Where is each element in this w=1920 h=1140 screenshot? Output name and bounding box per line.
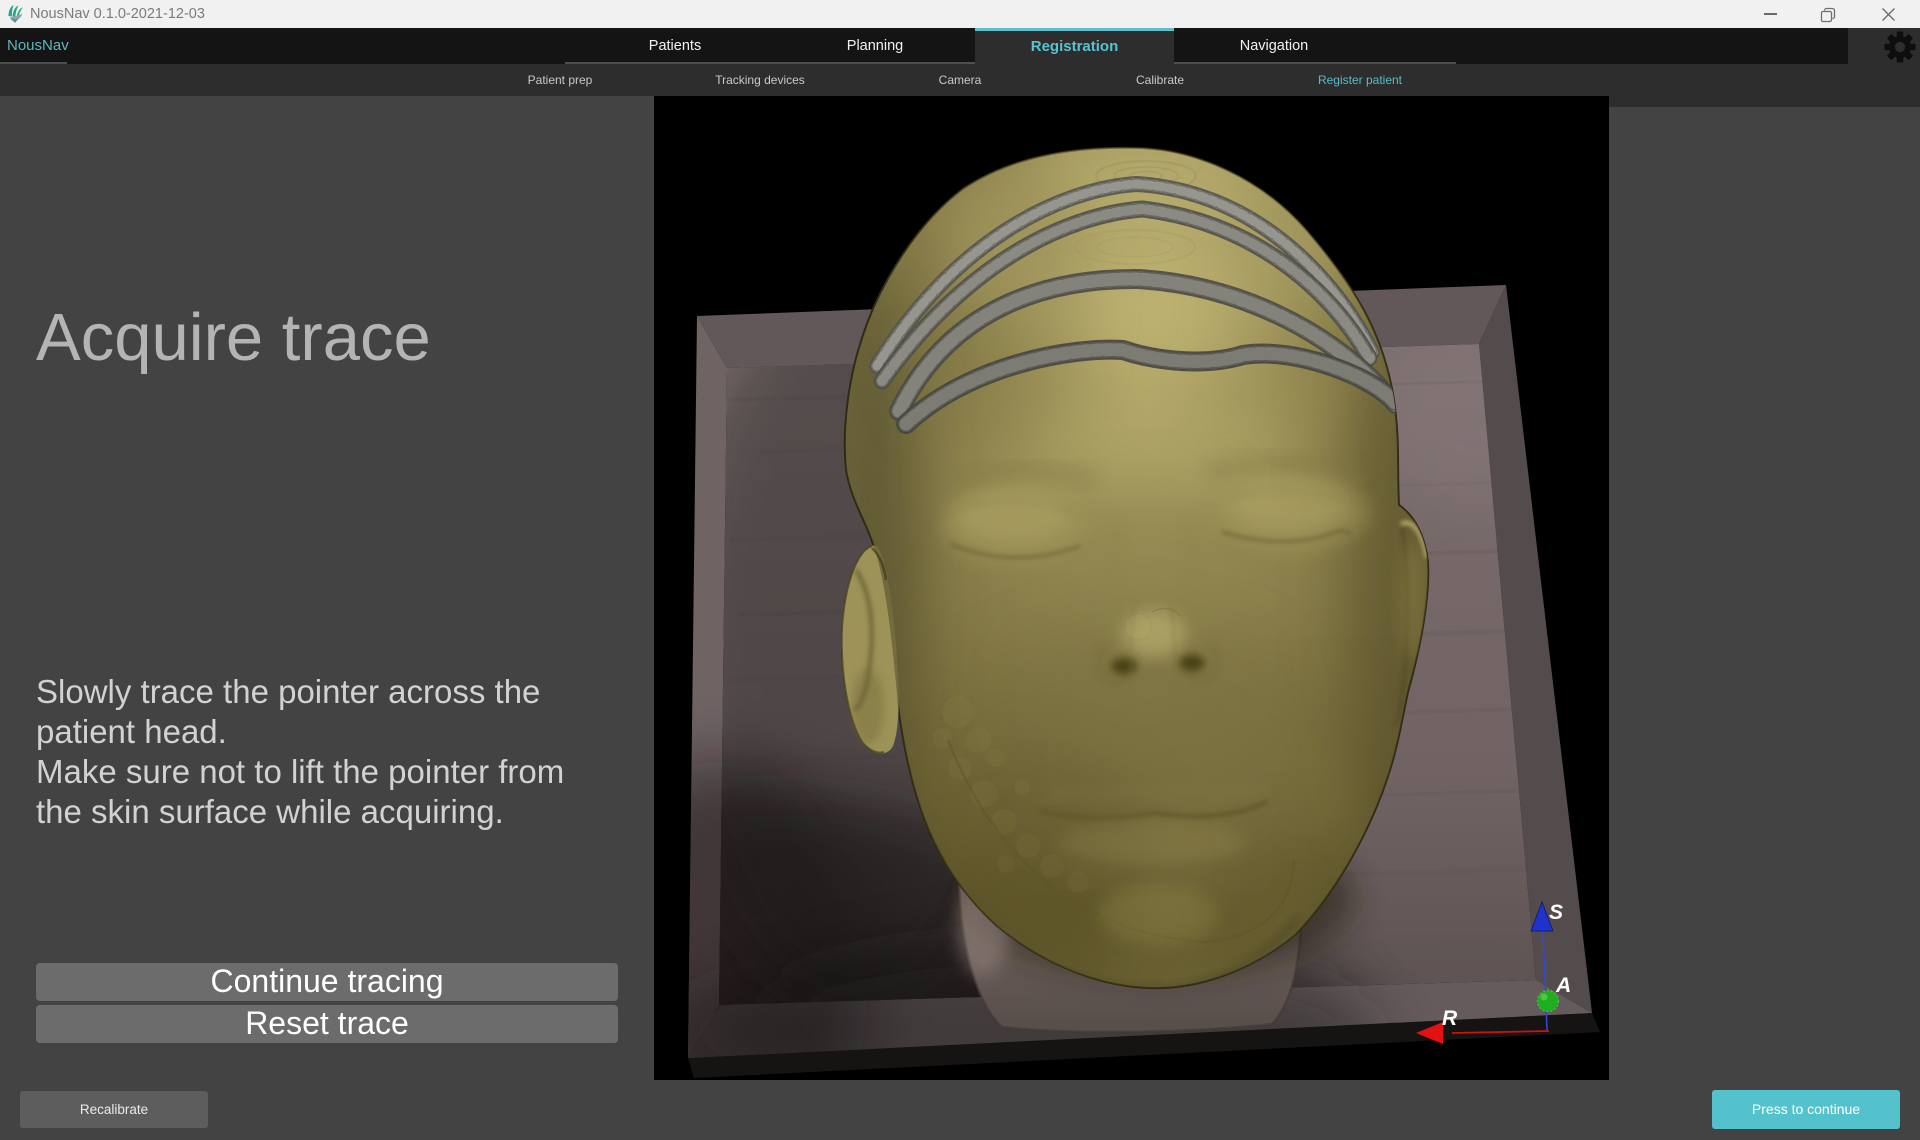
svg-text:R: R xyxy=(1442,1007,1458,1030)
svg-text:A: A xyxy=(1555,974,1571,997)
svg-text:S: S xyxy=(1549,901,1563,924)
